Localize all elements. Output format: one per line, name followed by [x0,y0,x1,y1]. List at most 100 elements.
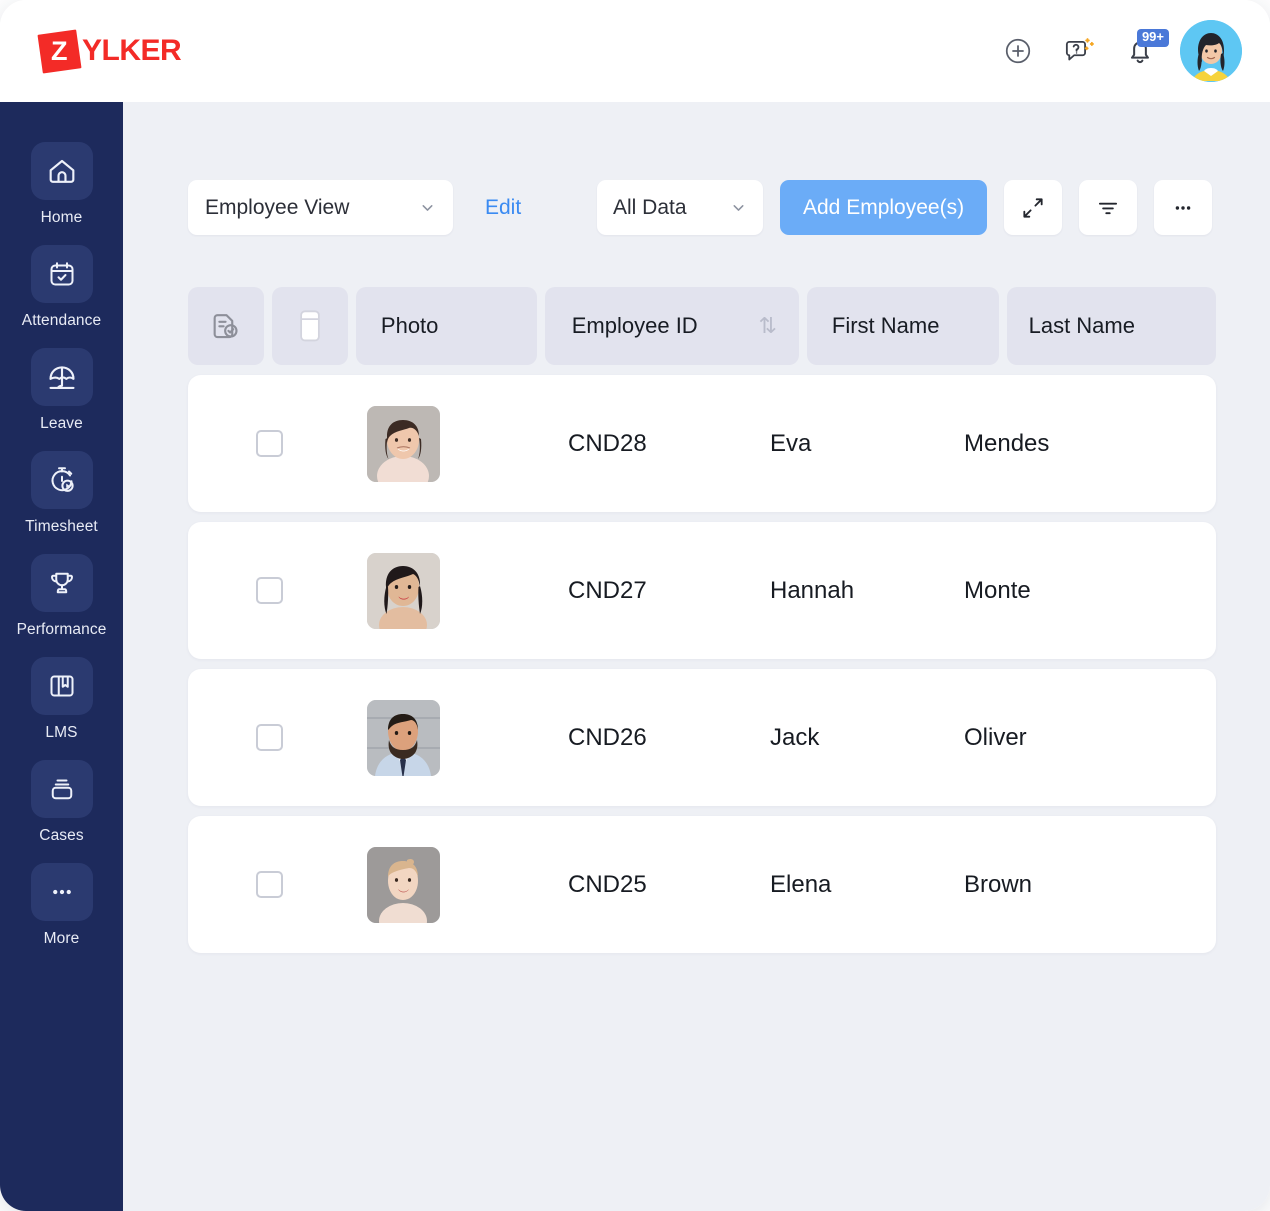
beach-umbrella-icon [30,348,93,406]
last-name-header[interactable]: Last Name [1006,287,1216,365]
sidebar-item-lms[interactable]: LMS [12,657,112,742]
data-filter-select[interactable]: All Data [597,180,763,235]
sidebar-item-label: LMS [45,724,78,741]
sidebar-item-label: Cases [39,827,84,844]
first-name-cell: Hannah [713,577,909,605]
sidebar-item-performance[interactable]: Performance [12,554,112,639]
view-select[interactable]: Employee View [188,180,453,235]
stopwatch-play-icon [30,451,93,509]
sidebar-item-cases[interactable]: Cases [12,760,112,845]
filter-button[interactable] [1079,180,1138,235]
expand-arrows-icon [1023,197,1043,218]
briefcase-icon [30,760,93,818]
table-row[interactable]: CND26 Jack Oliver [188,669,1216,806]
notification-badge: 99+ [1136,29,1169,47]
calendar-check-icon [30,245,93,303]
table-row[interactable]: CND28 Eva Mendes [188,375,1216,512]
logo-mark: Z [37,28,82,74]
logo-mark-letter: Z [51,35,68,66]
add-icon[interactable] [997,30,1039,72]
first-name-cell: Elena [713,871,909,899]
sidebar-item-label: Leave [40,415,83,432]
employee-id-cell: CND27 [456,577,713,605]
first-name-cell: Eva [713,430,909,458]
last-name-cell: Brown [909,871,1121,899]
first-name-header-label: First Name [831,313,940,338]
sidebar-item-label: More [43,930,80,947]
sidebar-item-timesheet[interactable]: Timesheet [12,451,112,536]
notifications-icon[interactable]: 99+ [1119,29,1169,72]
last-name-cell: Mendes [909,430,1121,458]
row-checkbox[interactable] [256,577,283,604]
first-name-cell: Jack [713,724,909,752]
last-name-cell: Monte [909,577,1121,605]
sidebar-item-more[interactable]: More [12,863,112,948]
help-icon[interactable] [1058,30,1100,72]
first-name-value: Elena [770,870,832,898]
employee-photo [367,699,440,776]
main-content: Employee View Edit All Data Add Employee… [123,102,1270,1211]
logo-text: YLKER [82,34,182,67]
photo-cell [351,846,456,923]
last-name-cell: Oliver [909,724,1121,752]
photo-header[interactable]: Photo [355,287,537,365]
sidebar: Home Attendance Leave Timesheet Performa… [0,102,123,1211]
row-checkbox[interactable] [256,871,283,898]
sort-icon[interactable]: ⇅ [758,313,776,339]
employee-id-value: CND26 [568,723,647,751]
card-view-header[interactable] [271,287,348,365]
employee-id-value: CND28 [568,429,647,457]
brand-logo[interactable]: Z YLKER [37,28,182,74]
employee-photo [367,552,440,629]
action-toolbar: All Data Add Employee(s) [597,180,1213,235]
card-view-icon [300,310,320,342]
row-select-cell [188,430,351,457]
ellipsis-icon [1175,205,1191,210]
employee-id-value: CND27 [568,576,647,604]
avatar[interactable] [1180,20,1242,82]
row-select-cell [188,724,351,751]
employee-photo [367,846,440,923]
photo-cell [351,552,456,629]
record-status-header[interactable] [188,287,264,365]
app-window: Z YLKER 99+ Home Attendance Leave Timesh… [0,0,1270,1211]
view-toolbar: Employee View Edit [188,180,521,235]
chevron-down-icon [733,205,744,211]
home-icon [30,142,93,200]
data-filter-value: All Data [613,195,687,219]
photo-cell [351,405,456,482]
sidebar-item-attendance[interactable]: Attendance [12,245,112,330]
chevron-down-icon [422,205,433,211]
first-name-header[interactable]: First Name [806,287,999,365]
table-header-row: Photo Employee ID ⇅ First Name Last Name [188,287,1216,365]
employee-id-header[interactable]: Employee ID ⇅ [544,287,799,365]
last-name-value: Monte [964,576,1031,604]
trophy-icon [30,554,93,612]
sidebar-item-label: Performance [16,621,107,638]
sidebar-item-home[interactable]: Home [12,142,112,227]
row-checkbox[interactable] [256,724,283,751]
employee-id-cell: CND26 [456,724,713,752]
edit-view-link[interactable]: Edit [485,196,521,220]
sidebar-item-label: Home [40,209,83,226]
filter-icon [1099,202,1118,214]
first-name-value: Hannah [770,576,855,604]
first-name-value: Jack [770,723,820,751]
employee-id-value: CND25 [568,870,647,898]
more-options-button[interactable] [1154,180,1213,235]
sidebar-item-label: Attendance [21,312,102,329]
table-row[interactable]: CND27 Hannah Monte [188,522,1216,659]
last-name-value: Brown [964,870,1033,898]
first-name-value: Eva [770,429,812,457]
top-bar-actions: 99+ [997,20,1242,82]
view-select-value: Employee View [205,195,350,219]
book-icon [30,657,93,715]
sidebar-item-leave[interactable]: Leave [12,348,112,433]
ellipsis-icon [30,863,93,921]
row-checkbox[interactable] [256,430,283,457]
add-employee-button[interactable]: Add Employee(s) [780,180,988,235]
last-name-header-label: Last Name [1028,313,1135,338]
employee-id-header-label: Employee ID [571,313,698,338]
table-row[interactable]: CND25 Elena Brown [188,816,1216,953]
expand-button[interactable] [1004,180,1063,235]
